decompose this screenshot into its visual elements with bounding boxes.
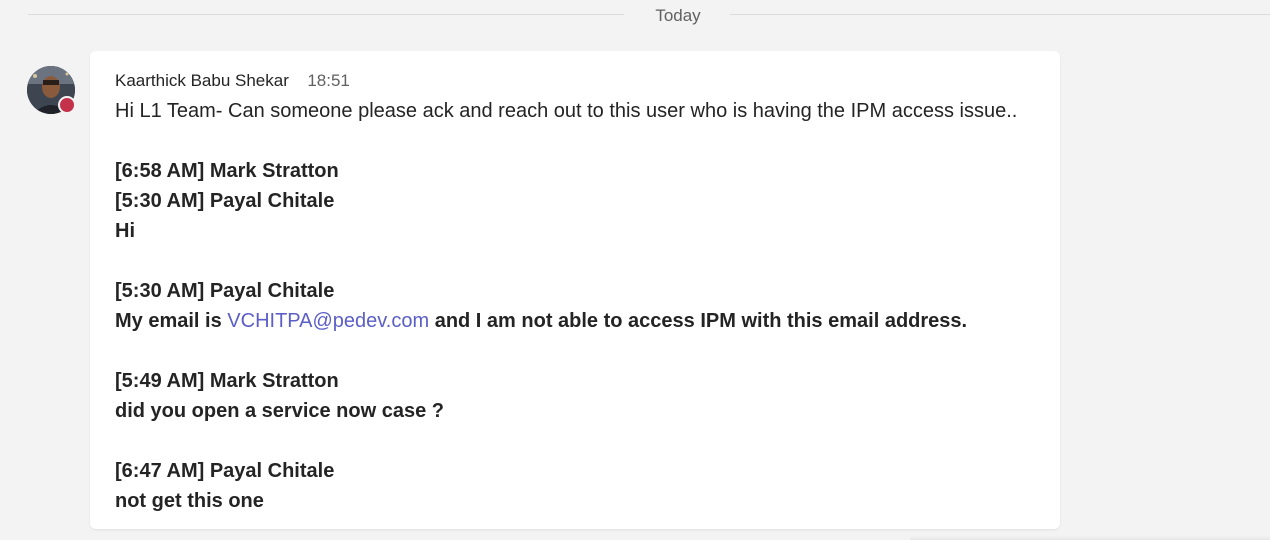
quoted-line: [5:30 AM] Payal Chitale <box>115 190 335 212</box>
email-suffix: and I am not able to access IPM with thi… <box>429 310 968 332</box>
quoted-line: [5:49 AM] Mark Stratton <box>115 370 339 392</box>
quoted-line: [6:58 AM] Mark Stratton <box>115 160 339 182</box>
message-header: Kaarthick Babu Shekar 18:51 <box>115 71 350 91</box>
quoted-line: not get this one <box>115 490 264 512</box>
quoted-line: did you open a service now case ? <box>115 400 444 422</box>
quoted-line: [5:30 AM] Payal Chitale <box>115 280 335 302</box>
date-divider-label: Today <box>655 6 701 25</box>
date-divider: Today <box>28 0 1270 32</box>
message-intro: Hi L1 Team- Can someone please ack and r… <box>115 100 1018 122</box>
quoted-line: [6:47 AM] Payal Chitale <box>115 460 335 482</box>
quoted-line-email: My email is VCHITPA@pedev.com and I am n… <box>115 306 1045 336</box>
message-body: Hi L1 Team- Can someone please ack and r… <box>115 96 1045 516</box>
divider-line-right <box>730 14 1270 15</box>
presence-busy-icon <box>58 96 76 114</box>
email-prefix: My email is <box>115 310 228 332</box>
divider-line-left <box>28 14 624 15</box>
message-timestamp: 18:51 <box>307 71 350 90</box>
quoted-line: Hi <box>115 220 135 242</box>
scroll-edge-shadow <box>910 536 1270 540</box>
message-card[interactable]: Kaarthick Babu Shekar 18:51 Hi L1 Team- … <box>90 51 1060 529</box>
author-name[interactable]: Kaarthick Babu Shekar <box>115 71 289 90</box>
email-link[interactable]: VCHITPA@pedev.com <box>227 310 429 332</box>
